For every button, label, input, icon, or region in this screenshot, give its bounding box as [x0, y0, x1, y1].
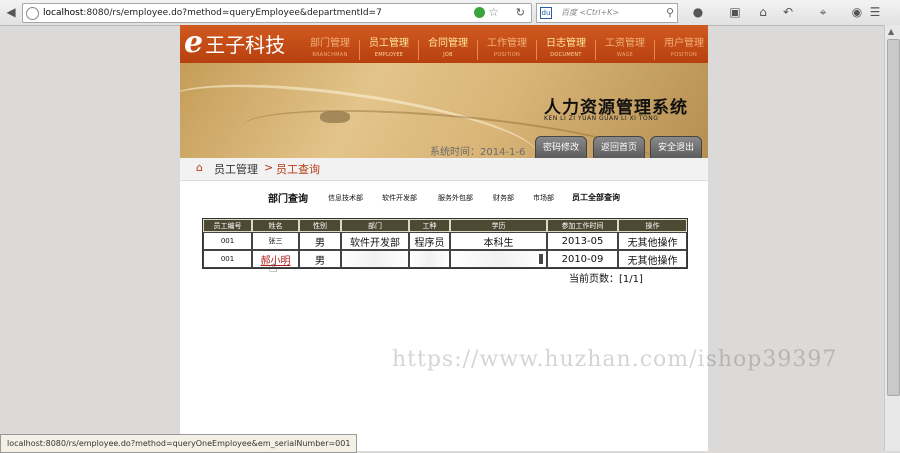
nav-item-wage[interactable]: 工资管理 WAGE — [596, 37, 654, 63]
search-placeholder: 百度 <Ctrl+K> — [561, 8, 620, 17]
col-header-start: 参加工作时间 — [547, 219, 618, 232]
status-bar: localhost:8080/rs/employee.do?method=que… — [0, 434, 358, 453]
col-header-name: 姓名 — [252, 219, 299, 232]
nav-item-work[interactable]: 工作管理 POSITION — [478, 37, 536, 63]
vertical-scrollbar[interactable]: ▲ — [884, 25, 900, 451]
dept-link-it[interactable]: 信息技术部 — [328, 193, 363, 203]
breadcrumb: ⌂ 员工管理 > 员工查询 — [180, 158, 708, 181]
col-header-edu: 学历 — [450, 219, 547, 232]
nav-item-department[interactable]: 部门管理 BRANCHMAN — [301, 37, 359, 63]
breadcrumb-separator: > — [264, 161, 274, 174]
search-bar[interactable]: du 百度 <Ctrl+K> ⚲ — [536, 3, 678, 23]
scroll-up-icon[interactable]: ▲ — [888, 27, 894, 36]
go-icon[interactable] — [474, 7, 485, 18]
menu-icon[interactable]: ☰ — [867, 4, 883, 20]
col-header-op: 操作 — [618, 219, 687, 232]
address-bar[interactable]: localhost:8080/rs/employee.do?method=que… — [22, 3, 532, 23]
logo-letter: e — [184, 25, 204, 60]
scrollbar-thumb[interactable] — [887, 39, 900, 396]
department-filter: 部门查询 信息技术部 软件开发部 服务外包部 财务部 市场部 员工全部查询 — [180, 190, 708, 206]
col-header-dept: 部门 — [341, 219, 409, 232]
dept-link-all[interactable]: 员工全部查询 — [572, 192, 620, 203]
table-header-row: 员工编号 姓名 性别 部门 工种 学历 参加工作时间 操作 — [203, 219, 687, 232]
cell-edu-redacted — [450, 250, 547, 268]
dept-link-outsourcing[interactable]: 服务外包部 — [438, 193, 473, 203]
watermark: https://www.huzhan.com/ishop39397 — [392, 347, 838, 372]
cell-id: 001 — [203, 232, 252, 250]
col-header-job: 工种 — [409, 219, 450, 232]
banner: 人力资源管理系统 KEN LI ZI YUAN GUAN LI XI TONG … — [180, 63, 708, 158]
home-icon[interactable]: ⌂ — [755, 4, 771, 20]
crop-icon[interactable]: ⌖ — [815, 4, 831, 20]
addon-icon[interactable]: ● — [690, 4, 706, 20]
cell-gender: 男 — [299, 250, 341, 268]
cell-name[interactable]: 张三 — [252, 232, 299, 250]
chat-icon[interactable]: ◉ — [849, 4, 865, 20]
table-row: 001 张三 男 软件开发部 程序员 本科生 2013-05 无其他操作 — [203, 232, 687, 250]
nav-item-log[interactable]: 日志管理 DOCUMENT — [537, 37, 595, 63]
logout-button[interactable]: 安全退出 — [650, 136, 702, 158]
back-home-button[interactable]: 返回首页 — [593, 136, 645, 158]
browser-toolbar: ◀ localhost:8080/rs/employee.do?method=q… — [0, 0, 900, 26]
banner-decoration — [320, 111, 350, 123]
cell-op: 无其他操作 — [618, 250, 687, 268]
change-password-button[interactable]: 密码修改 — [535, 136, 587, 158]
col-header-gender: 性别 — [299, 219, 341, 232]
cell-start: 2010-09 — [547, 250, 618, 268]
cell-id: 001 — [203, 250, 252, 268]
company-logo: e 王子科技 — [184, 27, 285, 61]
undo-icon[interactable]: ↶ — [780, 4, 796, 20]
cell-dept: 软件开发部 — [341, 232, 409, 250]
address-url: localhost:8080/rs/employee.do?method=que… — [43, 8, 382, 18]
search-engine-icon[interactable]: du — [540, 7, 552, 19]
search-icon[interactable]: ⚲ — [666, 4, 674, 21]
cell-job: 程序员 — [409, 232, 450, 250]
nav-item-contract[interactable]: 合同管理 JOB — [419, 37, 477, 63]
dept-link-software[interactable]: 软件开发部 — [382, 193, 417, 203]
dept-link-finance[interactable]: 财务部 — [493, 193, 514, 203]
cell-gender: 男 — [299, 232, 341, 250]
breadcrumb-section[interactable]: 员工管理 — [214, 161, 258, 177]
reload-icon[interactable]: ↻ — [516, 4, 525, 21]
redaction-mark — [538, 253, 543, 264]
hand-cursor-icon: ☝ — [268, 257, 278, 276]
cell-job-redacted — [409, 250, 450, 268]
cell-start: 2013-05 — [547, 232, 618, 250]
nav-item-user[interactable]: 用户管理 POSITION — [655, 37, 713, 63]
cell-edu: 本科生 — [450, 232, 547, 250]
nav-item-employee[interactable]: 员工管理 EMPLOYEE — [360, 37, 418, 63]
home-icon: ⌂ — [196, 161, 203, 174]
web-page: e 王子科技 部门管理 BRANCHMAN 员工管理 EMPLOYEE 合同管理 JOB… — [180, 25, 708, 451]
system-subtitle: KEN LI ZI YUAN GUAN LI XI TONG — [544, 115, 659, 122]
site-header: e 王子科技 部门管理 BRANCHMAN 员工管理 EMPLOYEE 合同管理 JOB… — [180, 25, 708, 63]
window-icon[interactable]: ▣ — [727, 4, 743, 20]
globe-icon — [26, 7, 39, 20]
page-indicator: 当前页数：[1/1] — [569, 274, 643, 285]
breadcrumb-current: 员工查询 — [276, 163, 320, 176]
cell-dept-redacted — [341, 250, 409, 268]
col-header-id: 员工编号 — [203, 219, 252, 232]
logo-name: 王子科技 — [205, 33, 286, 57]
back-arrow-icon[interactable]: ◀ — [3, 3, 19, 21]
bookmark-star-icon[interactable]: ☆ — [488, 4, 499, 21]
cell-op: 无其他操作 — [618, 232, 687, 250]
filter-title: 部门查询 — [268, 194, 308, 205]
main-nav: 部门管理 BRANCHMAN 员工管理 EMPLOYEE 合同管理 JOB 工作管理 P… — [301, 37, 713, 63]
dept-link-market[interactable]: 市场部 — [533, 193, 554, 203]
system-time: 系统时间：2014-1-6 — [430, 147, 526, 158]
